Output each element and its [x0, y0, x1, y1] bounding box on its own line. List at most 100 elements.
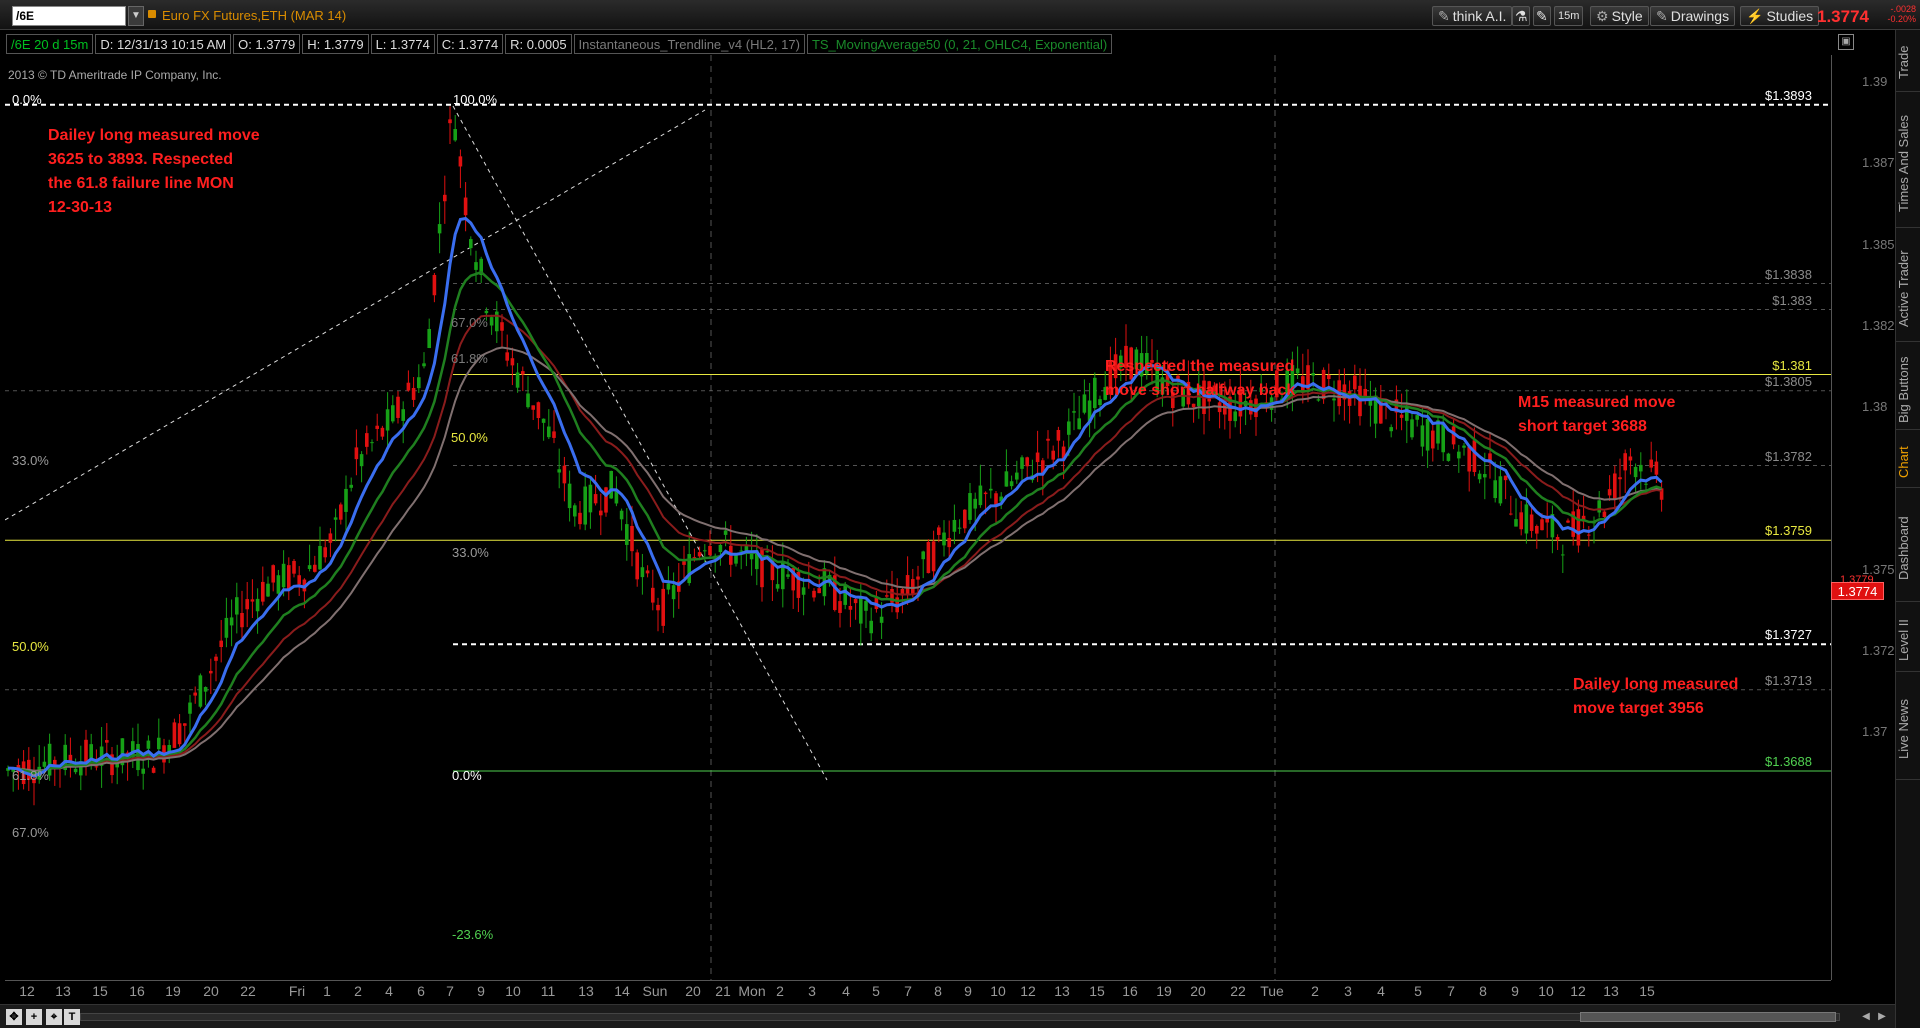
time-tick-label: 22	[240, 983, 256, 999]
candle-body	[1597, 500, 1601, 513]
moving-average-maroon	[7, 314, 1662, 773]
candle-body	[1025, 457, 1029, 467]
time-tick-label: 3	[808, 983, 816, 999]
top-toolbar: /6E ▼ Euro FX Futures,ETH (MAR 14) ✎ thin…	[0, 0, 1920, 30]
candle-body	[853, 599, 858, 604]
candle-body	[1425, 419, 1430, 451]
time-tick-label: 11	[540, 983, 556, 999]
candle-body	[141, 768, 145, 774]
candle-body	[146, 740, 151, 749]
scrollbar-thumb[interactable]	[1580, 1012, 1836, 1022]
tab-active-trader[interactable]: Active Trader	[1896, 236, 1920, 342]
crosshair-icon[interactable]: ⌖	[46, 1009, 62, 1025]
tab-trade[interactable]: Trade	[1896, 34, 1920, 92]
pan-icon[interactable]: ✥	[6, 1009, 22, 1025]
candle-body	[411, 387, 416, 400]
candle-body	[458, 156, 463, 167]
text-tool-icon[interactable]: T	[64, 1009, 80, 1025]
study-trendline-label[interactable]: Instantaneous_Trendline_v4 (HL2, 17)	[573, 34, 805, 54]
interval-button[interactable]: 15m	[1554, 6, 1584, 26]
candle-body	[526, 393, 530, 408]
candle-body	[521, 371, 525, 375]
price-tick-label: 1.39	[1862, 74, 1888, 89]
candle-body	[531, 405, 535, 410]
candle-body	[578, 512, 582, 525]
candle-body	[541, 418, 546, 423]
time-tick-label: 8	[934, 983, 942, 999]
annotation-m15-target: M15 measured move short target 3688	[1518, 391, 1675, 439]
time-tick-label: 9	[477, 983, 485, 999]
candle-body	[385, 409, 390, 431]
time-tick-label: Sun	[642, 983, 668, 999]
symbol-dropdown-icon[interactable]: ▼	[128, 6, 144, 26]
time-scrollbar[interactable]	[80, 1013, 1840, 1021]
candle-body	[1332, 398, 1336, 401]
candle-body	[1420, 425, 1425, 447]
drawings-button[interactable]: ✎ Drawings	[1650, 6, 1736, 26]
candle-body	[703, 550, 707, 552]
candle-body	[1067, 421, 1071, 435]
candle-body	[474, 262, 478, 270]
wrench-icon[interactable]: ✎	[1533, 6, 1551, 26]
candle-body	[812, 590, 816, 598]
candle-body	[983, 492, 988, 495]
candle-body	[630, 525, 634, 552]
candle-body	[1056, 430, 1061, 441]
tab-level-ii[interactable]: Level II	[1896, 610, 1920, 672]
time-tick-label: 4	[1377, 983, 1385, 999]
candle-body	[1576, 509, 1581, 546]
zoom-in-icon[interactable]: +	[26, 1009, 42, 1025]
candle-body	[495, 311, 499, 332]
candle-body	[573, 505, 577, 517]
price-tick-label: 1.385	[1862, 236, 1895, 252]
candle-body	[1519, 512, 1523, 530]
studies-button[interactable]: ⚡ Studies	[1740, 6, 1820, 26]
style-button[interactable]: ⚙ Style	[1590, 6, 1649, 26]
candle-body	[266, 583, 270, 597]
study-moving-average-label[interactable]: TS_MovingAverage50 (0, 21, OHLC4, Expone…	[806, 34, 1113, 54]
scroll-left-icon[interactable]: ◀	[1860, 1011, 1872, 1023]
annotation-halfway-back: Respeeted the measured move short halfwa…	[1105, 355, 1295, 403]
candle-body	[968, 493, 972, 520]
scroll-right-icon[interactable]: ▶	[1876, 1011, 1888, 1023]
candle-body	[1555, 536, 1560, 540]
think-ai-icon: ✎	[1438, 8, 1450, 24]
bar-high: H: 1.3779	[302, 34, 369, 54]
candle-body	[973, 498, 977, 509]
chart-tools-icon[interactable]: ⚗	[1512, 6, 1530, 26]
fib-price-label: $1.3893	[1765, 87, 1812, 103]
fib-price-label: $1.3688	[1765, 754, 1812, 769]
candle-body	[505, 352, 509, 361]
candle-body	[354, 447, 359, 460]
candle-body	[1316, 399, 1321, 401]
candle-body	[801, 587, 806, 595]
candle-body	[333, 517, 338, 520]
bar-date: D: 12/31/13 10:15 AM	[95, 34, 232, 54]
symbol-input[interactable]: /6E	[12, 6, 126, 26]
think-ai-button[interactable]: ✎ think A.I.	[1432, 6, 1513, 26]
studies-icon: ⚡	[1746, 8, 1764, 24]
candle-body	[562, 465, 567, 484]
candle-body	[1477, 473, 1482, 480]
right-sidebar: Trade Times And Sales Active Trader Big But…	[1895, 30, 1920, 1028]
tab-times-and-sales[interactable]: Times And Sales	[1896, 100, 1920, 228]
instrument-status-icon	[148, 10, 156, 18]
maximize-chart-icon[interactable]: ▣	[1838, 34, 1854, 50]
tab-chart[interactable]: Chart	[1896, 438, 1920, 488]
tab-dashboard[interactable]: Dashboard	[1896, 496, 1920, 602]
candle-body	[323, 547, 327, 558]
candle-body	[484, 310, 489, 314]
tab-live-news[interactable]: Live News	[1896, 680, 1920, 780]
time-tick-label: 9	[964, 983, 972, 999]
candle-body	[775, 584, 780, 589]
candle-body	[443, 194, 447, 202]
candle-body	[604, 487, 608, 513]
fib-price-label: $1.3759	[1765, 523, 1812, 539]
symbol-period[interactable]: /6E 20 d 15m	[6, 34, 94, 54]
price-chart-canvas[interactable]	[5, 55, 1831, 980]
candle-body	[396, 396, 400, 418]
candle-body	[1410, 419, 1414, 438]
candle-body	[723, 530, 728, 535]
bar-low: L: 1.3774	[370, 34, 435, 54]
tab-big-buttons[interactable]: Big Buttons	[1896, 350, 1920, 430]
